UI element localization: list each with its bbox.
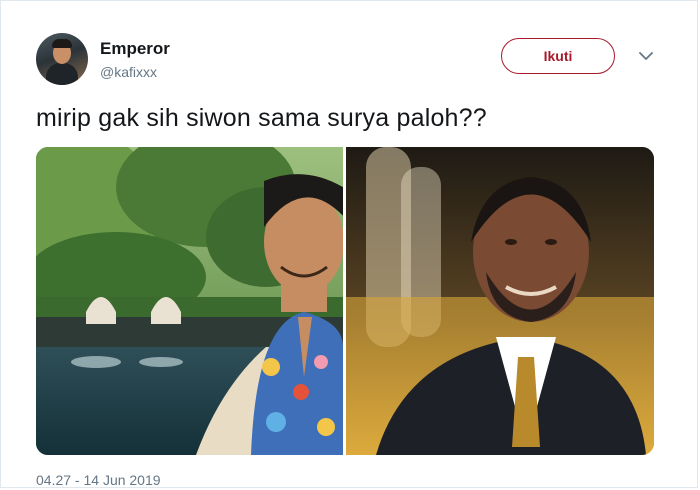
- tweet-card: Emperor @kafixxx Ikuti mirip gak sih siw…: [0, 0, 698, 488]
- photo-left-art: [36, 147, 343, 455]
- avatar-hair: [52, 39, 72, 48]
- tweet-text: mirip gak sih siwon sama surya paloh??: [36, 104, 487, 132]
- tweet-header: Emperor @kafixxx Ikuti: [36, 33, 666, 87]
- avatar-shirt: [46, 63, 78, 85]
- tweet-media: [36, 147, 654, 455]
- photo-right-art: [346, 147, 654, 455]
- media-photo-right[interactable]: [346, 147, 654, 455]
- media-photo-left[interactable]: [36, 147, 343, 455]
- chevron-down-icon[interactable]: [638, 49, 654, 63]
- avatar[interactable]: [36, 33, 88, 85]
- author-name[interactable]: Emperor: [100, 39, 170, 59]
- follow-button[interactable]: Ikuti: [501, 38, 615, 74]
- author-handle[interactable]: @kafixxx: [100, 64, 157, 80]
- chevron-down-glyph: [639, 51, 653, 60]
- tweet-timestamp[interactable]: 04.27 - 14 Jun 2019: [36, 472, 161, 488]
